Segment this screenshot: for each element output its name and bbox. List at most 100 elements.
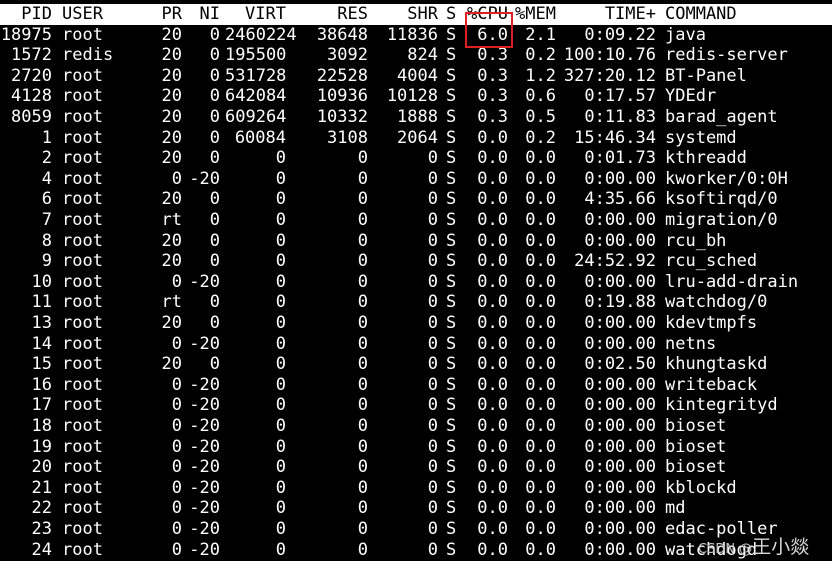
process-res: 10332 — [316, 107, 368, 127]
process-state: S — [446, 127, 457, 148]
process-mem: 0.0 — [525, 477, 556, 498]
process-row[interactable]: 13 root 20 0 0 0 0 S 0.0 0.0 0:00.00 kdevtmpfs — [0, 313, 832, 334]
header-mem[interactable]: %MEM — [515, 4, 556, 25]
process-virt: 609264 — [225, 107, 287, 127]
process-cpu: 0.0 — [477, 519, 508, 539]
process-row[interactable]: 2720 root 20 0 531728 22528 4004 S 0.3 1.2 327:20.… — [0, 66, 832, 87]
process-command: kworker/0:0H — [665, 168, 788, 189]
process-virt: 0 — [275, 230, 286, 251]
process-res: 0 — [357, 498, 368, 519]
process-command: bioset — [665, 457, 727, 478]
process-user: root — [62, 539, 103, 560]
process-res: 0 — [357, 168, 368, 189]
process-command: BT-Panel — [665, 65, 747, 86]
header-time[interactable]: TIME+ — [560, 4, 656, 25]
process-row[interactable]: 8059 root 20 0 609264 10332 1888 S 0.3 0.5 0:11.83… — [0, 107, 832, 128]
process-mem: 2.1 — [525, 24, 556, 45]
process-user: root — [62, 210, 103, 230]
process-cpu: 0.0 — [477, 498, 508, 519]
process-row[interactable]: 1572 redis 20 0 195500 3092 824 S 0.3 0.2 100:10.7… — [0, 45, 832, 66]
process-shr: 0 — [427, 477, 438, 498]
process-priority: 0 — [171, 498, 182, 519]
process-row[interactable]: 11 root rt 0 0 0 0 S 0.0 0.0 0:19.88 watchdog/0 — [0, 292, 832, 313]
process-command: java — [665, 24, 706, 45]
header-virt[interactable]: VIRT — [225, 4, 286, 25]
process-row[interactable]: 17 root 0 -20 0 0 0 S 0.0 0.0 0:00.00 kintegrityd — [0, 395, 832, 416]
process-mem: 0.0 — [525, 168, 556, 189]
process-row[interactable]: 6 root 20 0 0 0 0 S 0.0 0.0 4:35.66 ksoftirqd/0 — [0, 189, 832, 210]
process-mem: 0.0 — [525, 271, 556, 292]
process-row[interactable]: 21 root 0 -20 0 0 0 S 0.0 0.0 0:00.00 kblockd — [0, 478, 832, 499]
process-cpu: 0.0 — [477, 210, 508, 230]
process-cpu: 0.0 — [477, 148, 508, 169]
process-user: root — [62, 168, 103, 189]
process-mem: 0.2 — [525, 127, 556, 148]
process-cpu: 0.3 — [477, 86, 508, 107]
process-row[interactable]: 19 root 0 -20 0 0 0 S 0.0 0.0 0:00.00 bioset — [0, 437, 832, 458]
process-priority: 20 — [161, 65, 182, 86]
header-pr[interactable]: PR — [150, 4, 182, 25]
process-pid: 18975 — [0, 24, 52, 45]
process-pid: 24 — [31, 539, 52, 560]
process-priority: 0 — [171, 374, 182, 395]
process-pid: 22 — [31, 498, 52, 519]
process-row[interactable]: 8 root 20 0 0 0 0 S 0.0 0.0 0:00.00 rcu_bh — [0, 231, 832, 252]
process-res: 22528 — [316, 65, 368, 86]
process-state: S — [446, 477, 457, 498]
header-state[interactable]: S — [446, 4, 460, 25]
header-ni[interactable]: NI — [188, 4, 220, 25]
process-row[interactable]: 16 root 0 -20 0 0 0 S 0.0 0.0 0:00.00 writeback — [0, 375, 832, 396]
process-nice: 0 — [209, 65, 220, 86]
process-virt: 0 — [275, 354, 286, 375]
process-row[interactable]: 22 root 0 -20 0 0 0 S 0.0 0.0 0:00.00 md — [0, 498, 832, 519]
process-row[interactable]: 15 root 20 0 0 0 0 S 0.0 0.0 0:02.50 khungtaskd — [0, 354, 832, 375]
process-user: root — [62, 457, 103, 478]
process-res: 0 — [357, 457, 368, 478]
column-header-row: PID USER PR NI VIRT RES SHR S %CPU %MEM … — [0, 4, 832, 25]
process-time: 0:00.00 — [584, 519, 656, 539]
process-row[interactable]: 1 root 20 0 60084 3108 2064 S 0.0 0.2 15:46.34 syst… — [0, 128, 832, 149]
process-time: 24:52.92 — [574, 251, 656, 272]
process-nice: -20 — [189, 477, 220, 498]
process-priority: 20 — [161, 251, 182, 272]
process-row[interactable]: 9 root 20 0 0 0 0 S 0.0 0.0 24:52.92 rcu_sched — [0, 251, 832, 272]
process-nice: -20 — [189, 519, 220, 539]
process-shr: 0 — [427, 251, 438, 272]
header-command[interactable]: COMMAND — [665, 4, 832, 25]
process-row[interactable]: 10 root 0 -20 0 0 0 S 0.0 0.0 0:00.00 lru-add-drain — [0, 272, 832, 293]
process-mem: 1.2 — [525, 65, 556, 86]
process-row[interactable]: 14 root 0 -20 0 0 0 S 0.0 0.0 0:00.00 netns — [0, 334, 832, 355]
process-priority: 20 — [161, 24, 182, 45]
process-user: root — [62, 127, 103, 148]
process-row[interactable]: 7 root rt 0 0 0 0 S 0.0 0.0 0:00.00 migration/0 — [0, 210, 832, 231]
process-time: 0:09.22 — [584, 24, 656, 45]
top-terminal: PID USER PR NI VIRT RES SHR S %CPU %MEM … — [0, 0, 832, 561]
header-res[interactable]: RES — [290, 4, 368, 25]
process-user: root — [62, 313, 103, 333]
header-pid[interactable]: PID — [0, 4, 52, 25]
process-virt: 0 — [275, 210, 286, 230]
watermark: CSDN @王小燚 — [698, 532, 809, 559]
process-virt: 0 — [275, 374, 286, 395]
process-row[interactable]: 20 root 0 -20 0 0 0 S 0.0 0.0 0:00.00 bioset — [0, 457, 832, 478]
process-row[interactable]: 4128 root 20 0 642084 10936 10128 S 0.3 0.6 0:17.5… — [0, 86, 832, 107]
process-nice: -20 — [189, 168, 220, 189]
process-mem: 0.0 — [525, 416, 556, 436]
process-row[interactable]: 18975 root 20 0 2460224 38648 11836 S 6.0 2.1 0:09… — [0, 25, 832, 46]
process-state: S — [446, 86, 457, 107]
process-time: 0:00.00 — [584, 457, 656, 478]
process-row[interactable]: 18 root 0 -20 0 0 0 S 0.0 0.0 0:00.00 bioset — [0, 416, 832, 437]
process-res: 0 — [357, 519, 368, 539]
process-user: root — [62, 416, 103, 436]
process-nice: 0 — [209, 354, 220, 375]
process-mem: 0.0 — [525, 354, 556, 375]
process-command: rcu_sched — [665, 251, 758, 272]
header-shr[interactable]: SHR — [374, 4, 438, 25]
header-user[interactable]: USER — [62, 4, 142, 25]
process-cpu: 0.0 — [477, 127, 508, 148]
process-row[interactable]: 2 root 20 0 0 0 0 S 0.0 0.0 0:01.73 kthreadd — [0, 148, 832, 169]
process-row[interactable]: 4 root 0 -20 0 0 0 S 0.0 0.0 0:00.00 kworker/0:0H — [0, 169, 832, 190]
process-state: S — [446, 251, 457, 272]
process-mem: 0.0 — [525, 457, 556, 478]
process-virt: 0 — [275, 271, 286, 292]
